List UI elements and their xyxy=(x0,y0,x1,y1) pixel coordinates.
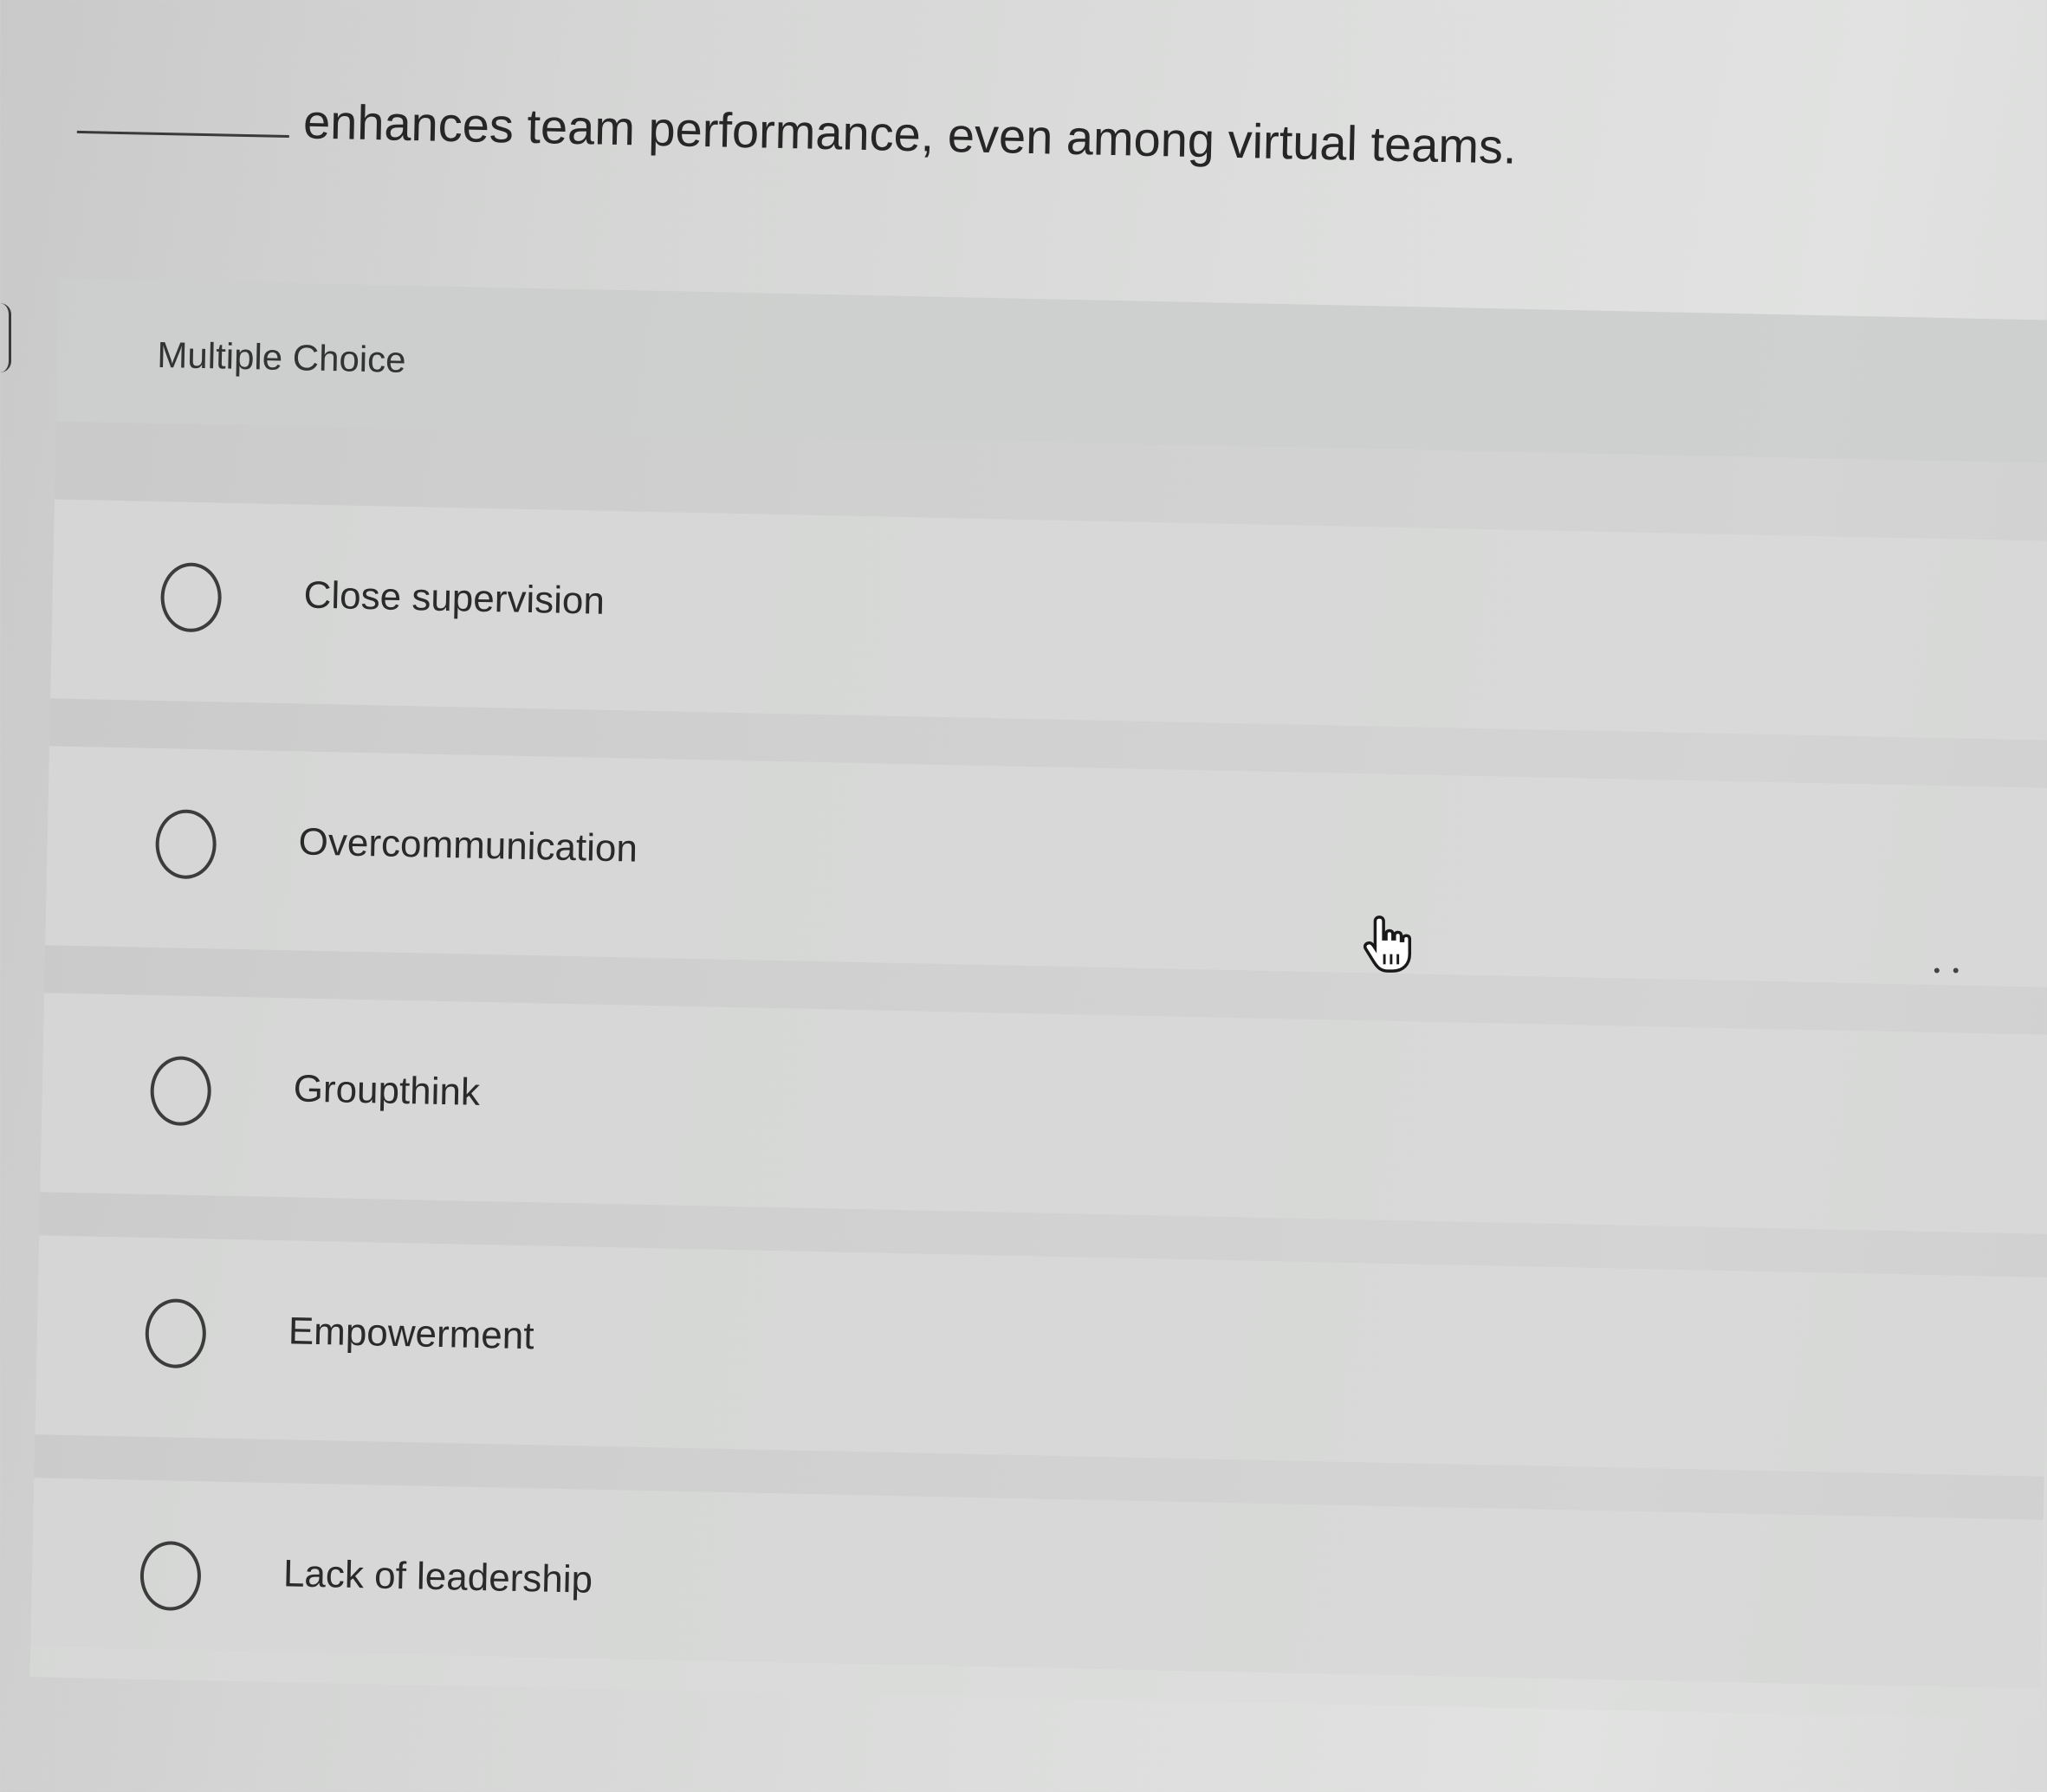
multiple-choice-header: Multiple Choice xyxy=(55,278,2047,464)
radio-button[interactable] xyxy=(149,1055,212,1127)
answer-option-groupthink[interactable]: Groupthink xyxy=(40,993,2047,1234)
option-label[interactable]: Empowerment xyxy=(288,1310,534,1358)
radio-button[interactable] xyxy=(154,808,217,880)
answer-option-lack-of-leadership[interactable]: Lack of leadership xyxy=(29,1478,2044,1719)
answer-option-close-supervision[interactable]: Close supervision xyxy=(50,499,2047,741)
option-label[interactable]: Groupthink xyxy=(293,1067,480,1114)
radio-button[interactable] xyxy=(139,1540,202,1612)
option-label[interactable]: Close supervision xyxy=(303,574,605,624)
option-label[interactable]: Lack of leadership xyxy=(282,1552,593,1601)
question-text: enhances team performance, even among vi… xyxy=(302,94,1518,174)
question-page: enhances team performance, even among vi… xyxy=(0,0,2047,1792)
radio-button[interactable] xyxy=(159,562,223,633)
answer-blank xyxy=(76,129,289,139)
answer-option-empowerment[interactable]: Empowerment xyxy=(35,1235,2047,1477)
more-dots-icon: • • xyxy=(1934,960,1963,981)
option-label[interactable]: Overcommunication xyxy=(298,820,638,870)
answer-option-overcommunication[interactable]: Overcommunication xyxy=(45,746,2047,987)
multiple-choice-panel: Multiple Choice Close supervision Overco… xyxy=(29,278,2047,1719)
hand-pointer-icon xyxy=(1363,915,1412,973)
radio-button[interactable] xyxy=(144,1297,207,1369)
multiple-choice-label: Multiple Choice xyxy=(156,333,407,380)
question-prompt: enhances team performance, even among vi… xyxy=(76,88,1897,183)
